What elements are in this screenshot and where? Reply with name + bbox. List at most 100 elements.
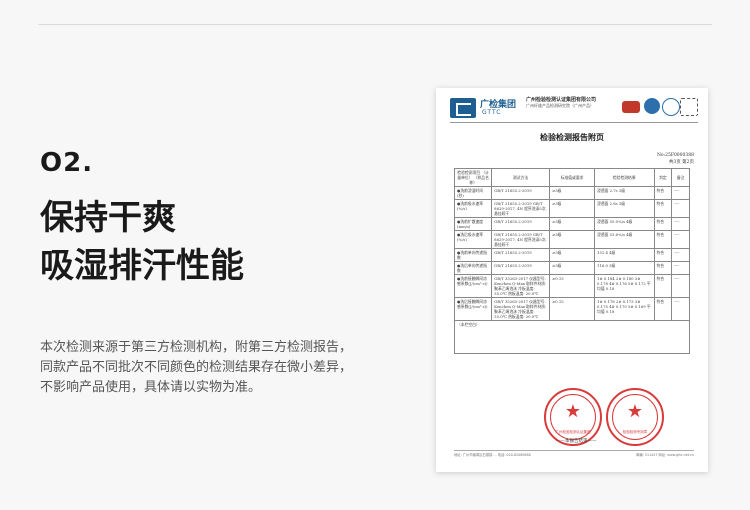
table-cell: ●洗前浸湿时间(秒) [453,186,493,200]
table-cell: ≥3级 [549,230,596,249]
section-heading: 保持干爽 吸湿排汗性能 [40,194,244,290]
table-cell: 浸透面 55.0%/s 4级 [594,217,655,231]
report-header: 广检集团 GTTC 广州检验检测认证集团有限公司 广州纤维产品检测研究院（广州产… [450,96,698,124]
table-cell: GB/T 21655.2-2019 [491,186,551,200]
table-cell: 符合 [653,199,673,218]
desc-line-2: 同款产品不同批次不同颜色的检测结果存在微小差异， [40,360,353,375]
table-cell: 浸透面 53.6%/s 4级 [594,230,655,249]
accreditation-marks [622,98,698,118]
table-cell: 116.0 3级 [594,261,655,275]
table-row: ●洗前接触瞬间凉感系数(J/(cm²·s)) GB/T 35263-2017 仪器… [453,274,690,298]
table-cell: ●洗后吸水速率(%/s) [453,230,493,249]
table-cell: ---- [671,186,690,200]
footer-right: 邮编: 511447 网址: www.gttc.net.cn [636,453,694,457]
report-end: ——本报告结束—— [556,439,597,444]
report-table-header: 检验检测项目 （计量单位） （样品名称） 测试方法 标准值或要求 检验检测结果 … [453,168,690,187]
desc-line-1: 本次检测来源于第三方检测机构，附第三方检测报告， [40,340,353,355]
table-cell: ---- [671,217,690,231]
blank-row: （本栏空白） [454,320,690,354]
table-cell: ≥3级 [549,217,596,231]
table-cell: ≥3级 [549,248,596,262]
table-cell: GB/T 21655.2-2019 GB/T 8629-2017, 4N 程序洗… [491,230,551,249]
table-cell: ---- [671,297,690,321]
table-cell: 符合 [653,230,673,249]
section-number: O2. [40,148,94,178]
desc-line-3: 不影响产品使用，具体请以实物为准。 [40,380,262,395]
stamp-2-label: 检验检测专用章 [622,430,648,434]
table-cell: ---- [671,248,690,262]
footer-left: 地址: 广州市番禺区石楼镇 ... 电话: 020-82069888 [454,453,531,457]
report-table-body: ●洗前浸湿时间(秒) GB/T 21655.2-2019 ≥3级 浸透面 2.7s 3… [453,186,690,321]
table-cell: ≥0.15 [549,274,596,298]
col-result: 检验检测结果 [594,168,655,187]
report-institute: 广州检验检测认证集团有限公司 广州纤维产品检测研究院（广州产品） [526,97,616,109]
report-footer: 地址: 广州市番禺区石楼镇 ... 电话: 020-82069888 邮编: 5… [454,450,694,458]
table-cell: ---- [671,230,690,249]
table-cell: GB/T 21655.2-2019 GB/T 8629-2017, 4N 程序洗… [491,199,551,218]
table-cell: ●洗前单向传递指数 [453,248,493,262]
star-icon: ★ [626,401,644,422]
table-cell: GB/T 21655.2-2019 [491,217,551,231]
ilac-mac-mark-icon [644,98,660,114]
table-cell: ---- [671,199,690,218]
col-judgement: 判定 [653,168,673,187]
blank-label: （本栏空白） [454,320,690,354]
table-cell: 符合 [653,217,673,231]
star-icon: ★ [564,401,582,422]
table-cell: GB/T 21655.2-2019 [491,261,551,275]
table-cell: GB/T 35263-2017 仪器型号: Kenchen Q-Max 取样件材… [491,274,551,298]
table-cell: ≥3级 [549,199,596,218]
report-number: No:25F0000388 共3页 第2页 [657,152,694,166]
cnas-mark-icon [662,98,680,116]
col-standard: 标准值或要求 [549,168,596,187]
qr-code-icon [680,98,698,116]
section-description: 本次检测来源于第三方检测机构，附第三方检测报告， 同款产品不同批次不同颜色的检测… [40,338,380,398]
col-method: 测试方法 [491,168,551,187]
table-cell: 符合 [653,274,673,298]
table-cell: 浸透面 2.8s 3级 [594,199,655,218]
gttc-logo-icon [450,98,476,118]
table-cell: 151.4 4级 [594,248,655,262]
table-row: ●洗后吸水速率(%/s) GB/T 21655.2-2019 GB/T 8629-… [453,230,690,249]
report-no: No:25F0000388 [656,153,694,158]
institute-sub: 广州纤维产品检测研究院（广州产品） [526,103,594,108]
table-cell: ≥3级 [549,186,596,200]
table-row: ●洗后接触瞬间凉感系数(J/(cm²·s)) GB/T 35263-2017 仪器… [453,297,690,321]
table-cell: ●洗前扩散速度(mm/s) [453,217,493,231]
table-cell: ●洗前吸水速率(%/s) [453,199,493,218]
report-brand-en: GTTC [482,109,502,116]
table-cell: 符合 [653,261,673,275]
table-cell: 符合 [653,248,673,262]
table-cell: 浸透面 2.7s 3级 [594,186,655,200]
table-cell: 符合 [653,186,673,200]
col-item: 检验检测项目 （计量单位） （样品名称） [453,168,493,187]
table-cell: ≥0.15 [549,297,596,321]
table-row: ●洗前扩散速度(mm/s) GB/T 21655.2-2019 ≥3级 浸透面 55.… [453,217,690,231]
table-row: ●洗后单向传递指数 GB/T 21655.2-2019 ≥3级 116.0 3级 符合 -… [453,261,690,275]
official-stamp-2: ★ 检验检测专用章 [606,388,664,446]
table-cell: GB/T 35263-2017 仪器型号: Kenchen Q-Max 取样件材… [491,297,551,321]
heading-line-1: 保持干爽 [40,198,176,238]
table-cell: ●洗前接触瞬间凉感系数(J/(cm²·s)) [453,274,493,298]
table-cell: ●洗后接触瞬间凉感系数(J/(cm²·s)) [453,297,493,321]
table-cell: 符合 [653,297,673,321]
test-report-image: 广检集团 GTTC 广州检验检测认证集团有限公司 广州纤维产品检测研究院（广州产… [436,88,708,472]
report-table: 检验检测项目 （计量单位） （样品名称） 测试方法 标准值或要求 检验检测结果 … [453,168,690,354]
table-cell: 1# 0.178 2# 0.173 3# 0.175 4# 0.170 5# 0… [594,297,655,321]
stamp-1-label: 广州检验检测认证集团 [555,430,591,434]
report-title: 检验检测报告附页 [540,132,604,142]
table-cell: ●洗后单向传递指数 [453,261,493,275]
report-page: 共3页 第2页 [668,160,694,165]
table-row: ●洗前单向传递指数 GB/T 21655.2-2019 ≥3级 151.4 4级 符合 -… [453,248,690,262]
top-divider [38,24,712,25]
table-cell: ---- [671,261,690,275]
table-cell: 1# 0.184 2# 0.180 3# 0.178 4# 0.176 5# 0… [594,274,655,298]
table-cell: ≥3级 [549,261,596,275]
col-remark: 备注 [671,168,690,187]
table-cell: GB/T 21655.2-2019 [491,248,551,262]
table-row: ●洗前吸水速率(%/s) GB/T 21655.2-2019 GB/T 8629-… [453,199,690,218]
cma-mark-icon [622,101,640,113]
table-row: ●洗前浸湿时间(秒) GB/T 21655.2-2019 ≥3级 浸透面 2.7s 3… [453,186,690,200]
report-header-rule [450,122,698,123]
heading-line-2: 吸湿排汗性能 [40,246,244,286]
